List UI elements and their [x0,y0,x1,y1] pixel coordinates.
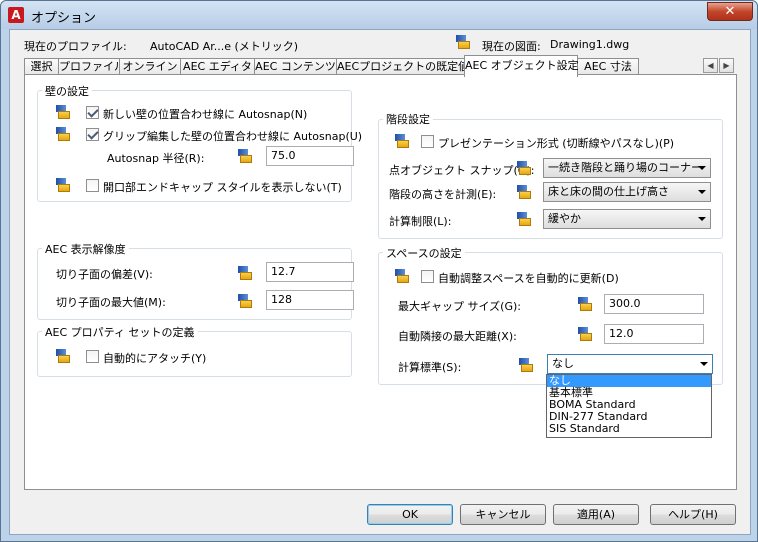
wall-settings-title: 壁の設定 [42,83,92,99]
property-set-group: AEC プロパティ セットの定義 自動的にアタッチ(Y) [37,324,352,377]
drawing-setting-icon [517,212,531,226]
drawing-setting-icon [517,185,531,199]
chevron-down-icon [698,217,706,221]
auto-attach-checkbox[interactable] [86,350,99,363]
window-title: オプション [31,11,97,26]
ok-button[interactable]: OK [367,504,453,525]
drawing-value: Drawing1.dwg [550,38,630,51]
chevron-down-icon [698,166,706,170]
facet-deviation-input[interactable]: 12.7 [266,262,354,282]
max-gap-input[interactable]: 300.0 [604,294,704,314]
autosnap-radius-label: Autosnap 半径(R): [107,152,205,165]
drawing-setting-icon [517,161,531,175]
autosnap-grip-walls-checkbox[interactable] [86,128,99,141]
drawing-setting-icon [238,149,252,163]
auto-update-space-label: 自動調整スペースを自動的に更新(D) [438,272,619,285]
drawing-label: 現在の図面: [482,40,541,53]
stair-height-label: 階段の高さを計測(E): [389,188,497,201]
calc-standard-option[interactable]: SIS Standard [547,423,711,435]
auto-update-space-checkbox[interactable] [421,270,434,283]
display-resolution-group: AEC 表示解像度 切り子面の偏差(V): 12.7 切り子面の最大値(M): … [37,241,354,320]
presentation-format-checkbox[interactable] [421,135,434,148]
drawing-setting-icon [395,269,409,283]
profile-value: AutoCAD Ar...e (メトリック) [150,40,299,53]
drawing-icon [456,35,470,49]
calc-standard-options-list: なし 基本標準 BOMA Standard DIN-277 Standard S… [546,374,712,438]
facet-max-label: 切り子面の最大値(M): [56,296,166,309]
calc-limit-value: 緩やか [548,212,581,225]
calc-limit-label: 計算制限(L): [389,215,452,228]
autosnap-radius-input[interactable]: 75.0 [266,146,354,166]
hide-endcap-style-checkbox[interactable] [86,179,99,192]
drawing-setting-icon [56,178,70,192]
drawing-setting-icon [56,105,70,119]
calc-standard-value: なし [552,357,574,370]
max-gap-label: 最大ギャップ サイズ(G): [398,300,521,313]
object-snap-value: 一続き階段と踊り場のコーナー [548,161,702,174]
tab-scroll-right-button[interactable]: ▶ [719,58,734,73]
help-button[interactable]: ヘルプ(H) [650,504,736,525]
drawing-setting-icon [519,358,533,372]
autocad-app-icon: A [8,7,24,23]
hide-endcap-style-label: 開口部エンドキャップ スタイルを表示しない(T) [103,181,342,194]
stair-settings-title: 階段設定 [383,111,433,127]
autosnap-new-walls-checkbox[interactable] [86,106,99,119]
drawing-setting-icon [56,349,70,363]
chevron-down-icon [698,190,706,194]
calc-standard-dropdown[interactable]: なし [547,354,713,374]
stair-height-value: 床と床の間の仕上げ高さ [548,185,669,198]
profile-label: 現在のプロファイル: [24,40,127,53]
facet-deviation-label: 切り子面の偏差(V): [56,268,153,281]
stair-settings-group: 階段設定 プレゼンテーション形式 (切断線やパスなし)(P) 点オブジェクト ス… [378,111,723,239]
drawing-setting-icon [238,294,252,308]
tab-page-aec-object-settings: 壁の設定 新しい壁の位置合わせ線に Autosnap(N) グリップ編集した壁の… [24,74,737,490]
autosnap-new-walls-label: 新しい壁の位置合わせ線に Autosnap(N) [103,108,308,121]
cancel-button[interactable]: キャンセル [460,504,546,525]
drawing-setting-icon [238,266,252,280]
facet-max-input[interactable]: 128 [266,290,354,310]
wall-settings-group: 壁の設定 新しい壁の位置合わせ線に Autosnap(N) グリップ編集した壁の… [37,83,362,202]
drawing-setting-icon [395,134,409,148]
autosnap-grip-walls-label: グリップ編集した壁の位置合わせ線に Autosnap(U) [103,130,363,143]
property-set-title: AEC プロパティ セットの定義 [42,324,198,340]
calc-standard-label: 計算標準(S): [398,361,462,374]
space-settings-title: スペースの設定 [383,245,465,261]
stair-height-dropdown[interactable]: 床と床の間の仕上げ高さ [543,182,711,202]
title-bar[interactable]: A オプション ✕ [1,1,757,29]
auto-attach-label: 自動的にアタッチ(Y) [103,352,207,365]
chevron-down-icon [700,362,708,366]
object-snap-label: 点オブジェクト スナップ(O): [389,164,535,177]
calc-limit-dropdown[interactable]: 緩やか [543,209,711,229]
drawing-setting-icon [578,327,592,341]
object-snap-dropdown[interactable]: 一続き階段と踊り場のコーナー [543,158,711,178]
display-resolution-title: AEC 表示解像度 [42,241,129,257]
dialog-client: 現在のプロファイル: AutoCAD Ar...e (メトリック) 現在の図面:… [9,29,751,535]
tab-scroll-left-button[interactable]: ◀ [703,58,718,73]
adjacency-distance-input[interactable]: 12.0 [604,324,704,344]
space-settings-group: スペースの設定 自動調整スペースを自動的に更新(D) 最大ギャップ サイズ(G)… [378,245,723,385]
drawing-setting-icon [578,297,592,311]
presentation-format-label: プレゼンテーション形式 (切断線やパスなし)(P) [438,137,675,150]
tab-aec-object-settings[interactable]: AEC オブジェクト設定 [464,55,579,77]
close-button[interactable]: ✕ [707,2,753,21]
apply-button[interactable]: 適用(A) [553,504,639,525]
drawing-setting-icon [56,127,70,141]
adjacency-distance-label: 自動隣接の最大距離(X): [398,330,517,343]
options-dialog: A オプション ✕ 現在のプロファイル: AutoCAD Ar...e (メトリ… [0,0,758,542]
